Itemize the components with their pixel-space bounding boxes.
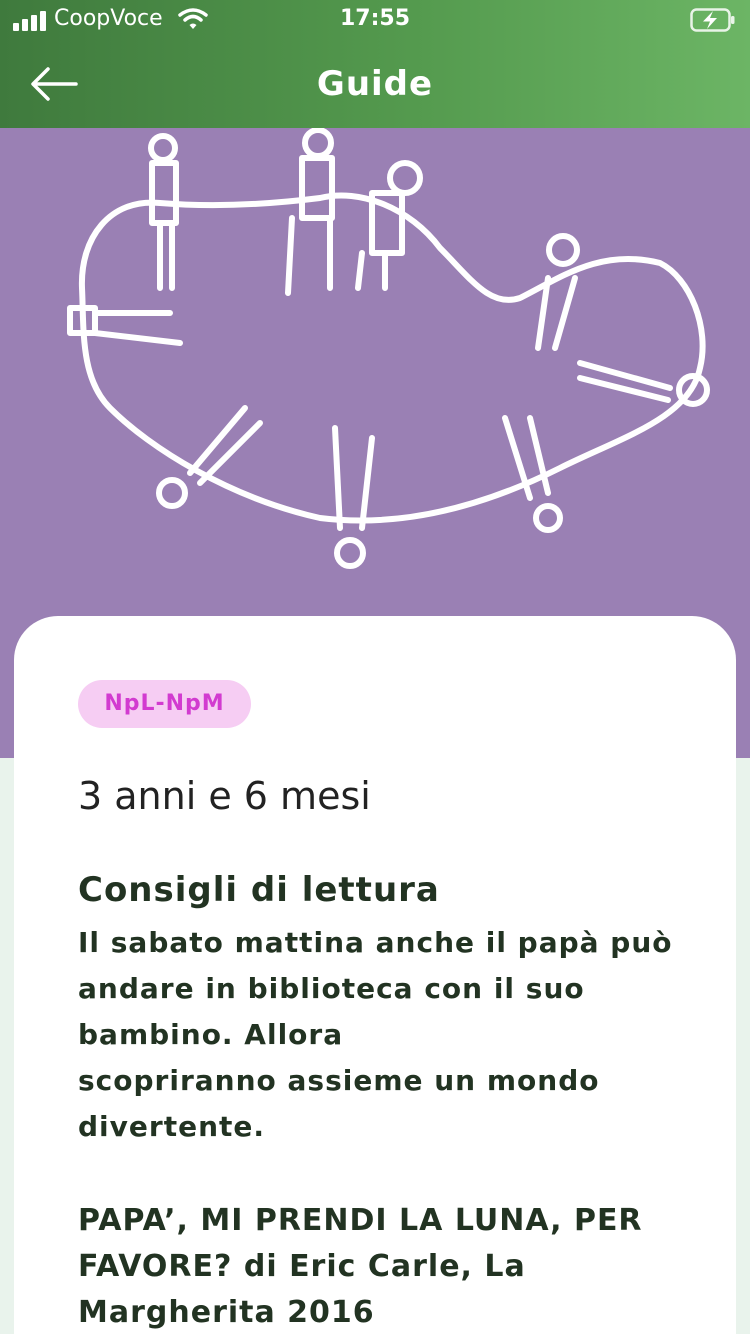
children-circle-drawing xyxy=(67,127,710,569)
guide-screen: CoopVoce 17:55 Guide NpL-NpM 3 anni e 6 … xyxy=(0,0,750,1334)
advice-paragraph: scopriranno assieme un mondo divertente. xyxy=(78,1064,600,1143)
status-bar: CoopVoce 17:55 xyxy=(0,0,750,40)
nav-bar: Guide xyxy=(0,40,750,128)
category-badge: NpL-NpM xyxy=(78,680,251,728)
advice-paragraph: Il sabato mattina anche il papà può anda… xyxy=(78,926,673,1051)
age-heading: 3 anni e 6 mesi xyxy=(78,774,371,818)
app-header: CoopVoce 17:55 Guide xyxy=(0,0,750,128)
page-title: Guide xyxy=(316,64,434,104)
book-recommendation: PAPA’, MI PRENDI LA LUNA, PER FAVORE? di… xyxy=(78,1203,643,1330)
status-time: 17:55 xyxy=(339,6,411,31)
battery-charging-icon xyxy=(690,8,735,32)
section-title: Consigli di lettura xyxy=(78,870,440,910)
guide-card: NpL-NpM 3 anni e 6 mesi Consigli di lett… xyxy=(14,616,736,1334)
advice-text: Il sabato mattina anche il papà può anda… xyxy=(78,920,678,1150)
